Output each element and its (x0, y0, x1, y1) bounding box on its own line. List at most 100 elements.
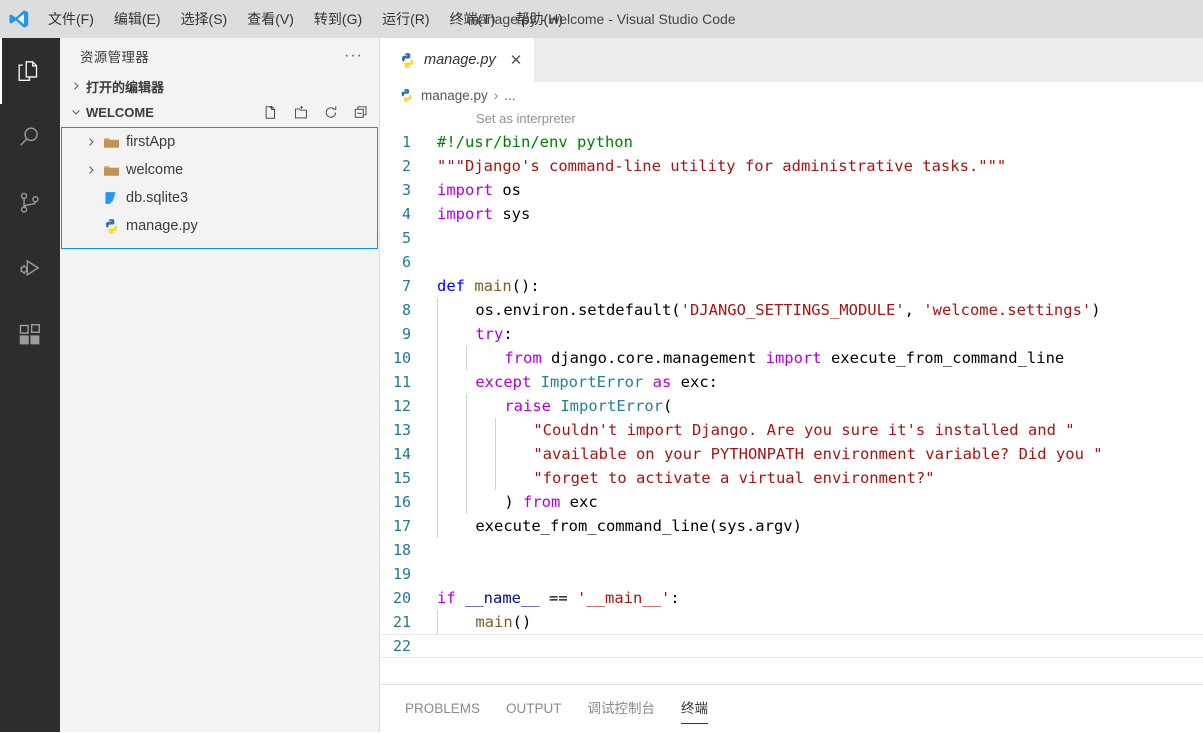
new-file-button[interactable] (263, 104, 279, 120)
editor-tab-bar: manage.py ✕ (381, 38, 1203, 82)
code-line: 17 execute_from_command_line(sys.argv) (381, 514, 1203, 538)
code-line-text: "forget to activate a virtual environmen… (437, 466, 935, 490)
python-file-icon (399, 88, 414, 103)
line-number: 14 (381, 442, 437, 466)
menu-run[interactable]: 运行(R) (372, 0, 439, 38)
title-bar: 文件(F) 编辑(E) 选择(S) 查看(V) 转到(G) 运行(R) 终端(T… (0, 0, 1203, 38)
breadcrumb-tail[interactable]: ... (504, 88, 515, 103)
new-folder-button[interactable] (293, 104, 309, 120)
section-workspace[interactable]: WELCOME (60, 99, 379, 125)
panel-tab-output[interactable]: OUTPUT (506, 694, 562, 724)
code-line: 5 (381, 226, 1203, 250)
breadcrumb-file[interactable]: manage.py (421, 88, 488, 103)
panel-tab-terminal[interactable]: 终端 (681, 694, 708, 724)
sidebar: 资源管理器 ··· 打开的编辑器 WELCOME (60, 38, 380, 732)
code-line-text: import sys (437, 202, 530, 226)
code-line-text: """Django's command-line utility for adm… (437, 154, 1006, 178)
code-line-text: os.environ.setdefault('DJANGO_SETTINGS_M… (437, 298, 1101, 322)
panel-tab-debug-console[interactable]: 调试控制台 (588, 694, 656, 724)
search-icon (17, 124, 43, 150)
bottom-panel: PROBLEMS OUTPUT 调试控制台 终端 (381, 684, 1203, 732)
activity-run-debug[interactable] (0, 236, 60, 302)
code-line-text: #!/usr/bin/env python (437, 130, 633, 154)
code-line: 16 ) from exc (381, 490, 1203, 514)
code-line: 21 main() (381, 610, 1203, 634)
code-line-text: except ImportError as exc: (437, 370, 718, 394)
tree-item-label: welcome (126, 162, 183, 178)
line-number: 2 (381, 154, 437, 178)
vscode-logo-icon (0, 0, 38, 38)
line-number: 19 (381, 562, 437, 586)
line-number: 5 (381, 226, 437, 250)
file-tree[interactable]: firstApp welcome (61, 127, 378, 249)
code-line-text: execute_from_command_line(sys.argv) (437, 514, 802, 538)
code-line: 19 (381, 562, 1203, 586)
code-line: 15 "forget to activate a virtual environ… (381, 466, 1203, 490)
code-line-text: raise ImportError( (437, 394, 672, 418)
tree-item-label: db.sqlite3 (126, 190, 188, 206)
menu-view[interactable]: 查看(V) (237, 0, 304, 38)
code-line: 8 os.environ.setdefault('DJANGO_SETTINGS… (381, 298, 1203, 322)
activity-extensions[interactable] (0, 302, 60, 368)
line-number: 16 (381, 490, 437, 514)
code-line-text: def main(): (437, 274, 540, 298)
code-line-text: "Couldn't import Django. Are you sure it… (437, 418, 1075, 442)
panel-tab-problems[interactable]: PROBLEMS (405, 694, 480, 724)
tree-item-db-sqlite3[interactable]: db.sqlite3 (62, 184, 377, 212)
code-line: 4import sys (381, 202, 1203, 226)
chevron-right-icon (68, 78, 84, 94)
refresh-icon[interactable] (323, 104, 339, 120)
sqlite-file-icon (100, 190, 122, 206)
code-line-text: main() (437, 610, 531, 634)
source-control-icon (17, 190, 43, 216)
menu-go[interactable]: 转到(G) (304, 0, 372, 38)
run-debug-icon (17, 256, 43, 282)
chevron-right-icon[interactable] (82, 164, 100, 176)
tree-item-label: firstApp (126, 134, 175, 150)
line-number: 11 (381, 370, 437, 394)
code-line-text: import os (437, 178, 521, 202)
code-line: 6 (381, 250, 1203, 274)
line-number: 6 (381, 250, 437, 274)
code-line-text: try: (437, 322, 513, 346)
tree-item-welcome[interactable]: welcome (62, 156, 377, 184)
line-number: 17 (381, 514, 437, 538)
line-number: 15 (381, 466, 437, 490)
menu-file[interactable]: 文件(F) (38, 0, 104, 38)
line-number: 18 (381, 538, 437, 562)
code-line-text (437, 635, 1203, 657)
tree-item-firstApp[interactable]: firstApp (62, 128, 377, 156)
python-file-icon (399, 52, 416, 69)
chevron-right-icon[interactable] (82, 136, 100, 148)
line-number: 10 (381, 346, 437, 370)
code-line: 12 raise ImportError( (381, 394, 1203, 418)
menu-selection[interactable]: 选择(S) (171, 0, 238, 38)
code-line-text: ) from exc (437, 490, 598, 514)
code-line-current: 22 (381, 634, 1203, 658)
section-open-editors[interactable]: 打开的编辑器 (60, 73, 379, 99)
menu-edit[interactable]: 编辑(E) (104, 0, 171, 38)
folder-icon (100, 135, 122, 150)
activity-explorer[interactable] (0, 38, 60, 104)
collapse-all-button[interactable] (353, 104, 369, 120)
line-number: 7 (381, 274, 437, 298)
line-number: 1 (381, 130, 437, 154)
tree-item-label: manage.py (126, 218, 198, 234)
sidebar-more-actions-button[interactable]: ··· (336, 51, 371, 61)
breadcrumb[interactable]: manage.py › ... (381, 82, 1203, 108)
code-line: 7def main(): (381, 274, 1203, 298)
code-editor[interactable]: Set as interpreter 1#!/usr/bin/env pytho… (381, 108, 1203, 708)
codelens-set-as-interpreter[interactable]: Set as interpreter (381, 108, 1203, 130)
chevron-right-icon: › (494, 88, 499, 103)
activity-search[interactable] (0, 104, 60, 170)
close-icon[interactable]: ✕ (510, 53, 523, 68)
activity-source-control[interactable] (0, 170, 60, 236)
menu-terminal[interactable]: 终端(T) (440, 0, 506, 38)
menu-help[interactable]: 帮助(H) (505, 0, 572, 38)
editor-tab-label: manage.py (424, 52, 496, 68)
section-workspace-label: WELCOME (86, 105, 154, 120)
tree-item-manage-py[interactable]: manage.py (62, 212, 377, 240)
menu-bar[interactable]: 文件(F) 编辑(E) 选择(S) 查看(V) 转到(G) 运行(R) 终端(T… (38, 0, 573, 38)
code-line: 13 "Couldn't import Django. Are you sure… (381, 418, 1203, 442)
editor-tab-manage-py[interactable]: manage.py ✕ (381, 38, 534, 82)
